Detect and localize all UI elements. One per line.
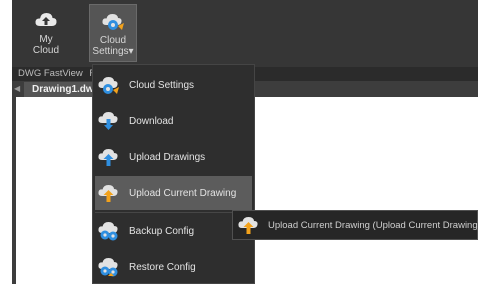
cloud-settings-icon bbox=[102, 14, 124, 30]
menu-item-upload-current-drawing[interactable]: Upload Current Drawing bbox=[95, 176, 252, 210]
my-cloud-button[interactable]: My Cloud bbox=[22, 4, 70, 62]
cloud-settings-button[interactable]: Cloud Settings▾ bbox=[89, 4, 137, 62]
ribbon: My Cloud Cloud Settings▾ bbox=[12, 0, 478, 67]
cloud-gear-icon bbox=[98, 77, 119, 94]
chevron-down-icon: ▾ bbox=[128, 46, 134, 57]
my-cloud-label-2: Cloud bbox=[32, 45, 60, 56]
cloud-upload-current-icon bbox=[238, 217, 258, 234]
group-label-dwg-fastview: DWG FastView bbox=[18, 68, 83, 79]
cloud-download-icon bbox=[98, 112, 118, 130]
menu-item-download[interactable]: Download bbox=[95, 104, 252, 138]
menu-item-cloud-settings[interactable]: Cloud Settings bbox=[95, 68, 252, 102]
menu-item-label: Backup Config bbox=[129, 225, 195, 237]
menu-item-backup-config[interactable]: Backup Config bbox=[95, 214, 252, 248]
menu-item-label: Cloud Settings bbox=[129, 79, 195, 91]
tab-drawing1[interactable]: Drawing1.dw bbox=[24, 82, 100, 97]
app-window: My Cloud Cloud Settings▾ DWG FastView F … bbox=[12, 0, 478, 284]
menu-item-label: Restore Config bbox=[129, 261, 196, 273]
my-cloud-label-1: My bbox=[39, 34, 53, 45]
menu-item-label: Upload Current Drawing bbox=[129, 187, 237, 199]
cloud-settings-label-1: Cloud bbox=[99, 35, 127, 46]
cloud-settings-label-text: Settings bbox=[92, 46, 129, 57]
menu-item-label: Upload Drawings bbox=[129, 151, 206, 163]
cloud-settings-menu: Cloud Settings Download Upload Drawings … bbox=[92, 64, 255, 284]
menu-item-label: Download bbox=[129, 115, 174, 127]
cloud-settings-label-2: Settings▾ bbox=[92, 46, 133, 57]
tooltip: Upload Current Drawing (Upload Current D… bbox=[232, 210, 478, 240]
restore-config-icon bbox=[98, 258, 118, 277]
cloud-upload-current-icon bbox=[98, 185, 118, 202]
cloud-upload-icon bbox=[35, 13, 57, 26]
tooltip-text: Upload Current Drawing (Upload Current D… bbox=[268, 219, 478, 231]
cloud-upload-drawings-icon bbox=[98, 149, 118, 166]
tab-title: Drawing1.dw bbox=[32, 84, 94, 95]
menu-item-restore-config[interactable]: Restore Config bbox=[95, 250, 252, 284]
menu-item-upload-drawings[interactable]: Upload Drawings bbox=[95, 140, 252, 174]
menu-separator bbox=[95, 212, 252, 213]
backup-config-icon bbox=[98, 222, 118, 241]
tab-scroll-left-icon[interactable]: ◀ bbox=[14, 84, 20, 93]
